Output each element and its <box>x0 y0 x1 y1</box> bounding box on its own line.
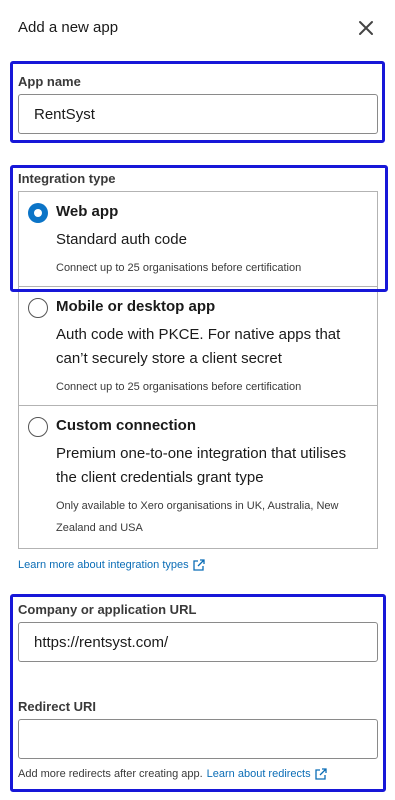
company-url-label: Company or application URL <box>18 602 197 617</box>
close-icon <box>359 21 373 35</box>
redirect-helper-text: Add more redirects after creating app. <box>18 768 203 780</box>
redirect-uri-input[interactable] <box>18 719 378 759</box>
company-url-input[interactable] <box>18 622 378 662</box>
integration-type-highlight <box>10 165 388 292</box>
option-custom-connection[interactable]: Custom connection Premium one-to-one int… <box>18 405 378 549</box>
dialog-title: Add a new app <box>18 19 119 36</box>
learn-more-integration-types-link[interactable]: Learn more about integration types <box>18 559 205 571</box>
close-button[interactable] <box>356 18 376 38</box>
learn-about-redirects-text: Learn about redirects <box>206 768 311 780</box>
radio-mobile-desktop-app[interactable] <box>28 298 48 318</box>
option-title: Mobile or desktop app <box>56 298 216 315</box>
option-description: Auth code with PKCE. For native apps tha… <box>56 326 341 367</box>
external-link-icon <box>314 768 327 780</box>
learn-about-redirects-link[interactable]: Learn about redirects <box>207 768 327 780</box>
app-name-input[interactable] <box>18 94 378 134</box>
option-mobile-desktop-app[interactable]: Mobile or desktop app Auth code with PKC… <box>18 286 378 406</box>
learn-more-text: Learn more about integration types <box>18 559 189 571</box>
option-note: Only available to Xero organisations in … <box>56 500 339 534</box>
external-link-icon <box>192 559 205 571</box>
option-note: Connect up to 25 organisations before ce… <box>56 381 302 393</box>
redirect-uri-label: Redirect URI <box>18 699 97 714</box>
redirect-helper: Add more redirects after creating app. L… <box>18 768 327 780</box>
radio-custom-connection[interactable] <box>28 417 48 437</box>
app-name-label: App name <box>18 74 81 89</box>
option-description: Premium one-to-one integration that util… <box>56 445 347 486</box>
option-title: Custom connection <box>56 417 197 434</box>
